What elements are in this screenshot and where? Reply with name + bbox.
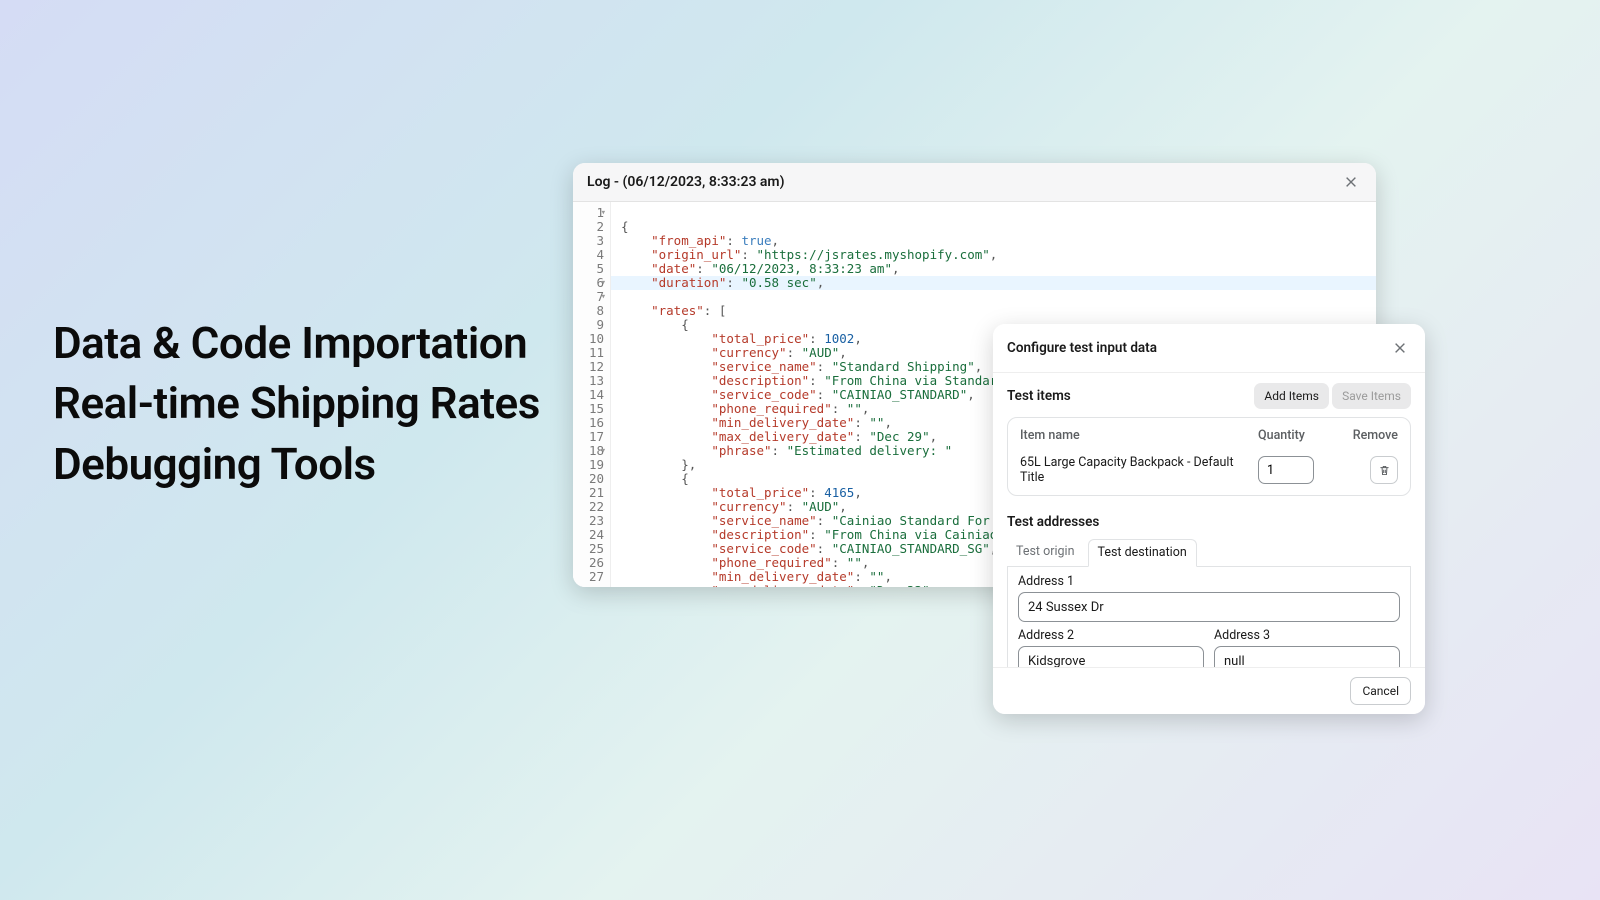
log-title: Log - (06/12/2023, 8:33:23 am) [587,174,785,190]
col-item-name: Item name [1020,428,1258,455]
configure-title: Configure test input data [1007,340,1157,356]
test-addresses-title: Test addresses [1007,514,1411,530]
address-card: Address 1 Address 2 Address 3 City Post [1007,566,1411,673]
tab-test-destination[interactable]: Test destination [1088,539,1197,567]
table-row: 65L Large Capacity Backpack - Default Ti… [1020,455,1398,485]
hero-line-2: Real-time Shipping Rates [53,377,540,429]
address-tabs: Test origin Test destination [1007,538,1411,567]
address1-input[interactable] [1018,592,1400,622]
configure-header: Configure test input data [993,324,1425,373]
label-address2: Address 2 [1018,628,1204,643]
hero-text: Data & Code Importation Real-time Shippi… [53,313,540,494]
label-address1: Address 1 [1018,574,1400,589]
hero-line-3: Debugging Tools [53,438,376,490]
trash-icon[interactable] [1370,456,1398,484]
configure-body: Test items Add Items Save Items Item nam… [993,373,1425,673]
label-address3: Address 3 [1214,628,1400,643]
col-quantity: Quantity [1258,428,1338,455]
save-items-button: Save Items [1332,383,1411,409]
configure-footer: Cancel [993,667,1425,714]
test-items-title: Test items [1007,388,1071,404]
items-card: Item name Quantity Remove 65L Large Capa… [1007,417,1411,496]
close-icon[interactable] [1389,337,1411,359]
cancel-button[interactable]: Cancel [1350,677,1411,705]
col-remove: Remove [1338,428,1398,455]
log-panel-header: Log - (06/12/2023, 8:33:23 am) [573,163,1376,202]
line-gutter: 1234567891011121314151617181920212223242… [573,202,611,587]
configure-panel: Configure test input data Test items Add… [993,324,1425,714]
tab-test-origin[interactable]: Test origin [1007,539,1084,567]
item-name: 65L Large Capacity Backpack - Default Ti… [1020,455,1258,485]
quantity-input[interactable] [1258,456,1314,484]
close-icon[interactable] [1340,171,1362,193]
add-items-button[interactable]: Add Items [1254,383,1329,409]
hero-line-1: Data & Code Importation [53,317,527,369]
